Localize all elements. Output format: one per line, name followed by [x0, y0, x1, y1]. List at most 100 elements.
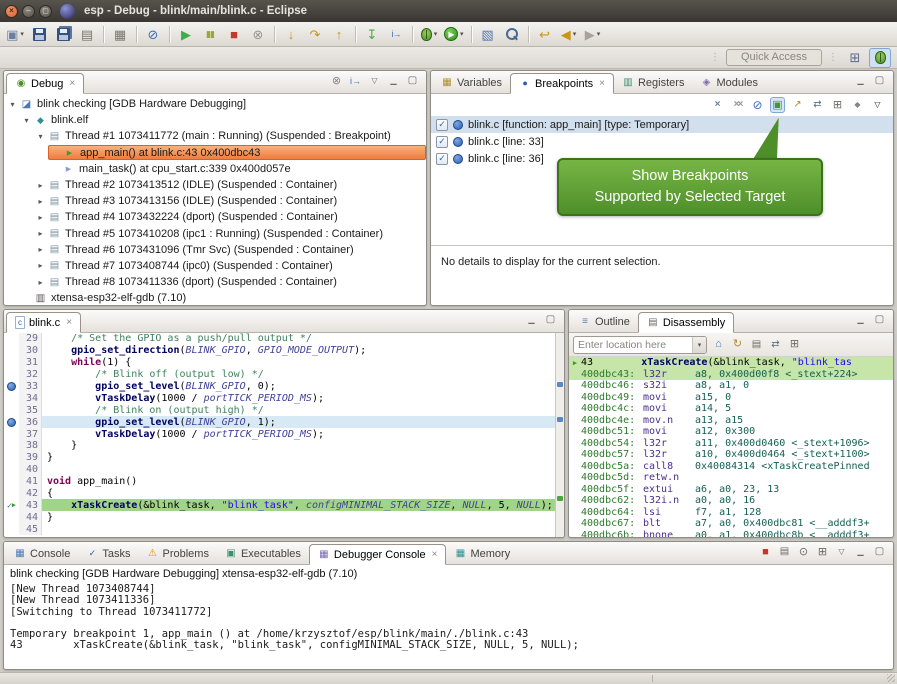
debug-tree-item[interactable]: xtensa-esp32-elf-gdb (7.10): [4, 290, 426, 305]
window-maximize-button[interactable]: [39, 5, 52, 18]
editor-line[interactable]: 40: [4, 464, 555, 476]
refresh-icon[interactable]: [730, 337, 745, 353]
window-minimize-button[interactable]: [22, 5, 35, 18]
minimize-icon[interactable]: [853, 73, 868, 89]
minimize-icon[interactable]: [524, 312, 539, 328]
editor-line[interactable]: 34 vTaskDelay(1000 / portTICK_PERIOD_MS)…: [4, 392, 555, 404]
expander-icon[interactable]: ▸: [34, 181, 47, 190]
skip-breakpoints-icon[interactable]: ⊘: [142, 24, 164, 45]
editor-line[interactable]: 39}: [4, 452, 555, 464]
tab-close-icon[interactable]: [432, 549, 438, 560]
tab-close-icon[interactable]: [599, 78, 605, 89]
show-source-icon[interactable]: [749, 337, 764, 353]
gutter-marker[interactable]: ✓▶: [4, 499, 19, 511]
minimize-icon[interactable]: [853, 312, 868, 328]
maximize-icon[interactable]: [872, 312, 887, 328]
combo-dropdown-icon[interactable]: [692, 337, 706, 353]
editor-line[interactable]: 37 vTaskDelay(1000 / portTICK_PERIOD_MS)…: [4, 428, 555, 440]
console-output[interactable]: [New Thread 1073408744][New Thread 10734…: [10, 584, 887, 652]
new-wizard-icon-dropdown[interactable]: ▾: [20, 30, 24, 38]
layout-icon[interactable]: [787, 337, 802, 353]
disassembly-line[interactable]: 400dbc51:movia12, 0x300: [569, 426, 893, 438]
step-into-icon[interactable]: ↓: [280, 24, 302, 45]
disconnect-icon[interactable]: ⊗: [247, 24, 269, 45]
resume-icon[interactable]: ▶: [175, 24, 197, 45]
disassembly-line[interactable]: 400dbc43:l32ra8, 0x400d00f8 <_stext+224>: [569, 369, 893, 381]
debug-tree-item[interactable]: ▸Thread #3 1073413156 (IDLE) (Suspended …: [4, 193, 426, 209]
add-event-breakpoint-icon[interactable]: [850, 97, 865, 113]
editor-line[interactable]: 38 }: [4, 440, 555, 452]
editor-line[interactable]: 31 while(1) {: [4, 357, 555, 369]
debug-icon[interactable]: ▾: [418, 24, 440, 45]
breakpoint-checkbox[interactable]: ✓: [436, 136, 448, 148]
pin-console-icon[interactable]: [796, 544, 811, 560]
minimize-icon[interactable]: [853, 544, 868, 560]
editor-line[interactable]: 45: [4, 523, 555, 535]
last-edit-location-icon[interactable]: ↩: [534, 24, 556, 45]
open-perspective-icon[interactable]: ⊞: [844, 48, 866, 68]
maximize-icon[interactable]: [872, 73, 887, 89]
debug-tree-item[interactable]: ▾Thread #1 1073411772 (main : Running) (…: [4, 128, 426, 144]
breakpoint-checkbox[interactable]: ✓: [436, 119, 448, 131]
editor-line[interactable]: 32 /* Blink off (output low) */: [4, 369, 555, 381]
save-icon[interactable]: [28, 24, 50, 45]
print-icon[interactable]: ▤: [76, 24, 98, 45]
debug-tree-item[interactable]: ▾blink checking [GDB Hardware Debugging]: [4, 96, 426, 112]
view-menu-icon[interactable]: [834, 544, 849, 560]
clear-console-icon[interactable]: [777, 544, 792, 560]
debug-perspective-button[interactable]: [869, 48, 891, 68]
go-to-file-icon[interactable]: [790, 97, 805, 113]
instruction-stepping-icon[interactable]: i→: [385, 24, 407, 45]
editor-line[interactable]: ✓▶43 xTaskCreate(&blink_task, "blink_tas…: [4, 499, 555, 511]
tab-modules[interactable]: Modules: [692, 72, 766, 93]
save-all-icon[interactable]: [52, 24, 74, 45]
debug-tree-item[interactable]: ▸Thread #4 1073432224 (dport) (Suspended…: [4, 209, 426, 225]
disassembly-line[interactable]: 400dbc5d:retw.n: [569, 472, 893, 484]
remove-all-breakpoints-icon[interactable]: [730, 97, 745, 113]
debug-tree-item[interactable]: ▸Thread #2 1073413512 (IDLE) (Suspended …: [4, 177, 426, 193]
new-wizard-icon[interactable]: ▣▾: [4, 24, 26, 45]
debug-tree-item[interactable]: ▸Thread #8 1073411336 (dport) (Suspended…: [4, 274, 426, 290]
expander-icon[interactable]: ▸: [34, 261, 47, 270]
editor-line[interactable]: 42{: [4, 488, 555, 500]
disassembly-line[interactable]: 400dbc62:l32i.na0, a0, 16: [569, 495, 893, 507]
debug-tree-item[interactable]: ▸Thread #6 1073431096 (Tmr Svc) (Suspend…: [4, 242, 426, 258]
tab-registers[interactable]: Registers: [614, 72, 692, 93]
tab-memory[interactable]: Memory: [446, 543, 518, 564]
suspend-icon[interactable]: ▮▮: [199, 24, 221, 45]
instruction-stepping-mode-icon[interactable]: [348, 73, 363, 89]
tab-close-icon[interactable]: [66, 317, 72, 328]
tab-blink-c[interactable]: blink.c: [6, 312, 81, 333]
location-combo[interactable]: Enter location here: [573, 336, 707, 354]
editor-line[interactable]: 30 gpio_set_direction(BLINK_GPIO, GPIO_M…: [4, 345, 555, 357]
terminate-icon[interactable]: [758, 544, 773, 560]
tab-problems[interactable]: Problems: [138, 543, 216, 564]
expander-icon[interactable]: ▸: [34, 278, 47, 287]
search-icon[interactable]: [501, 24, 523, 45]
disassembly-line[interactable]: 400dbc4e:mov.na13, a15: [569, 415, 893, 427]
expander-icon[interactable]: ▸: [34, 245, 47, 254]
debug-tree-item[interactable]: main_task() at cpu_start.c:339 0x400d057…: [4, 161, 426, 177]
new-c-project-icon[interactable]: ▧: [477, 24, 499, 45]
view-menu-icon[interactable]: [870, 97, 885, 113]
tab-tasks[interactable]: Tasks: [78, 543, 138, 564]
remove-all-terminated-icon[interactable]: [329, 73, 344, 89]
expander-icon[interactable]: ▸: [34, 197, 47, 206]
quick-access-button[interactable]: Quick Access: [726, 49, 822, 66]
gutter-marker[interactable]: [4, 381, 19, 393]
disassembly-line[interactable]: 400dbc57:l32ra10, 0x400d0464 <_stext+110…: [569, 449, 893, 461]
editor-line[interactable]: 36 gpio_set_level(BLINK_GPIO, 1);: [4, 416, 555, 428]
disassembly-line[interactable]: 400dbc67:blta7, a0, 0x400dbc81 <__adddf3…: [569, 518, 893, 530]
editor-line[interactable]: 29 /* Set the GPIO as a push/pull output…: [4, 333, 555, 345]
debug-tree-item[interactable]: ▸Thread #5 1073410208 (ipc1 : Running) (…: [4, 226, 426, 242]
disassembly-listing[interactable]: ▶43 xTaskCreate(&blink_task, "blink_tas4…: [569, 357, 893, 537]
disassembly-line[interactable]: 400dbc46:s32ia8, a1, 0: [569, 380, 893, 392]
back-icon[interactable]: ◀▾: [558, 24, 580, 45]
minimize-icon[interactable]: [386, 73, 401, 89]
editor-line[interactable]: 41void app_main(): [4, 476, 555, 488]
editor-line[interactable]: 33 gpio_set_level(BLINK_GPIO, 0);: [4, 381, 555, 393]
breakpoint-item[interactable]: ✓blink.c [function: app_main] [type: Tem…: [431, 116, 893, 133]
debug-tree-item[interactable]: ▸Thread #7 1073408744 (ipc0) (Suspended …: [4, 258, 426, 274]
tab-console[interactable]: Console: [6, 543, 78, 564]
tab-disassembly[interactable]: Disassembly: [638, 312, 734, 333]
